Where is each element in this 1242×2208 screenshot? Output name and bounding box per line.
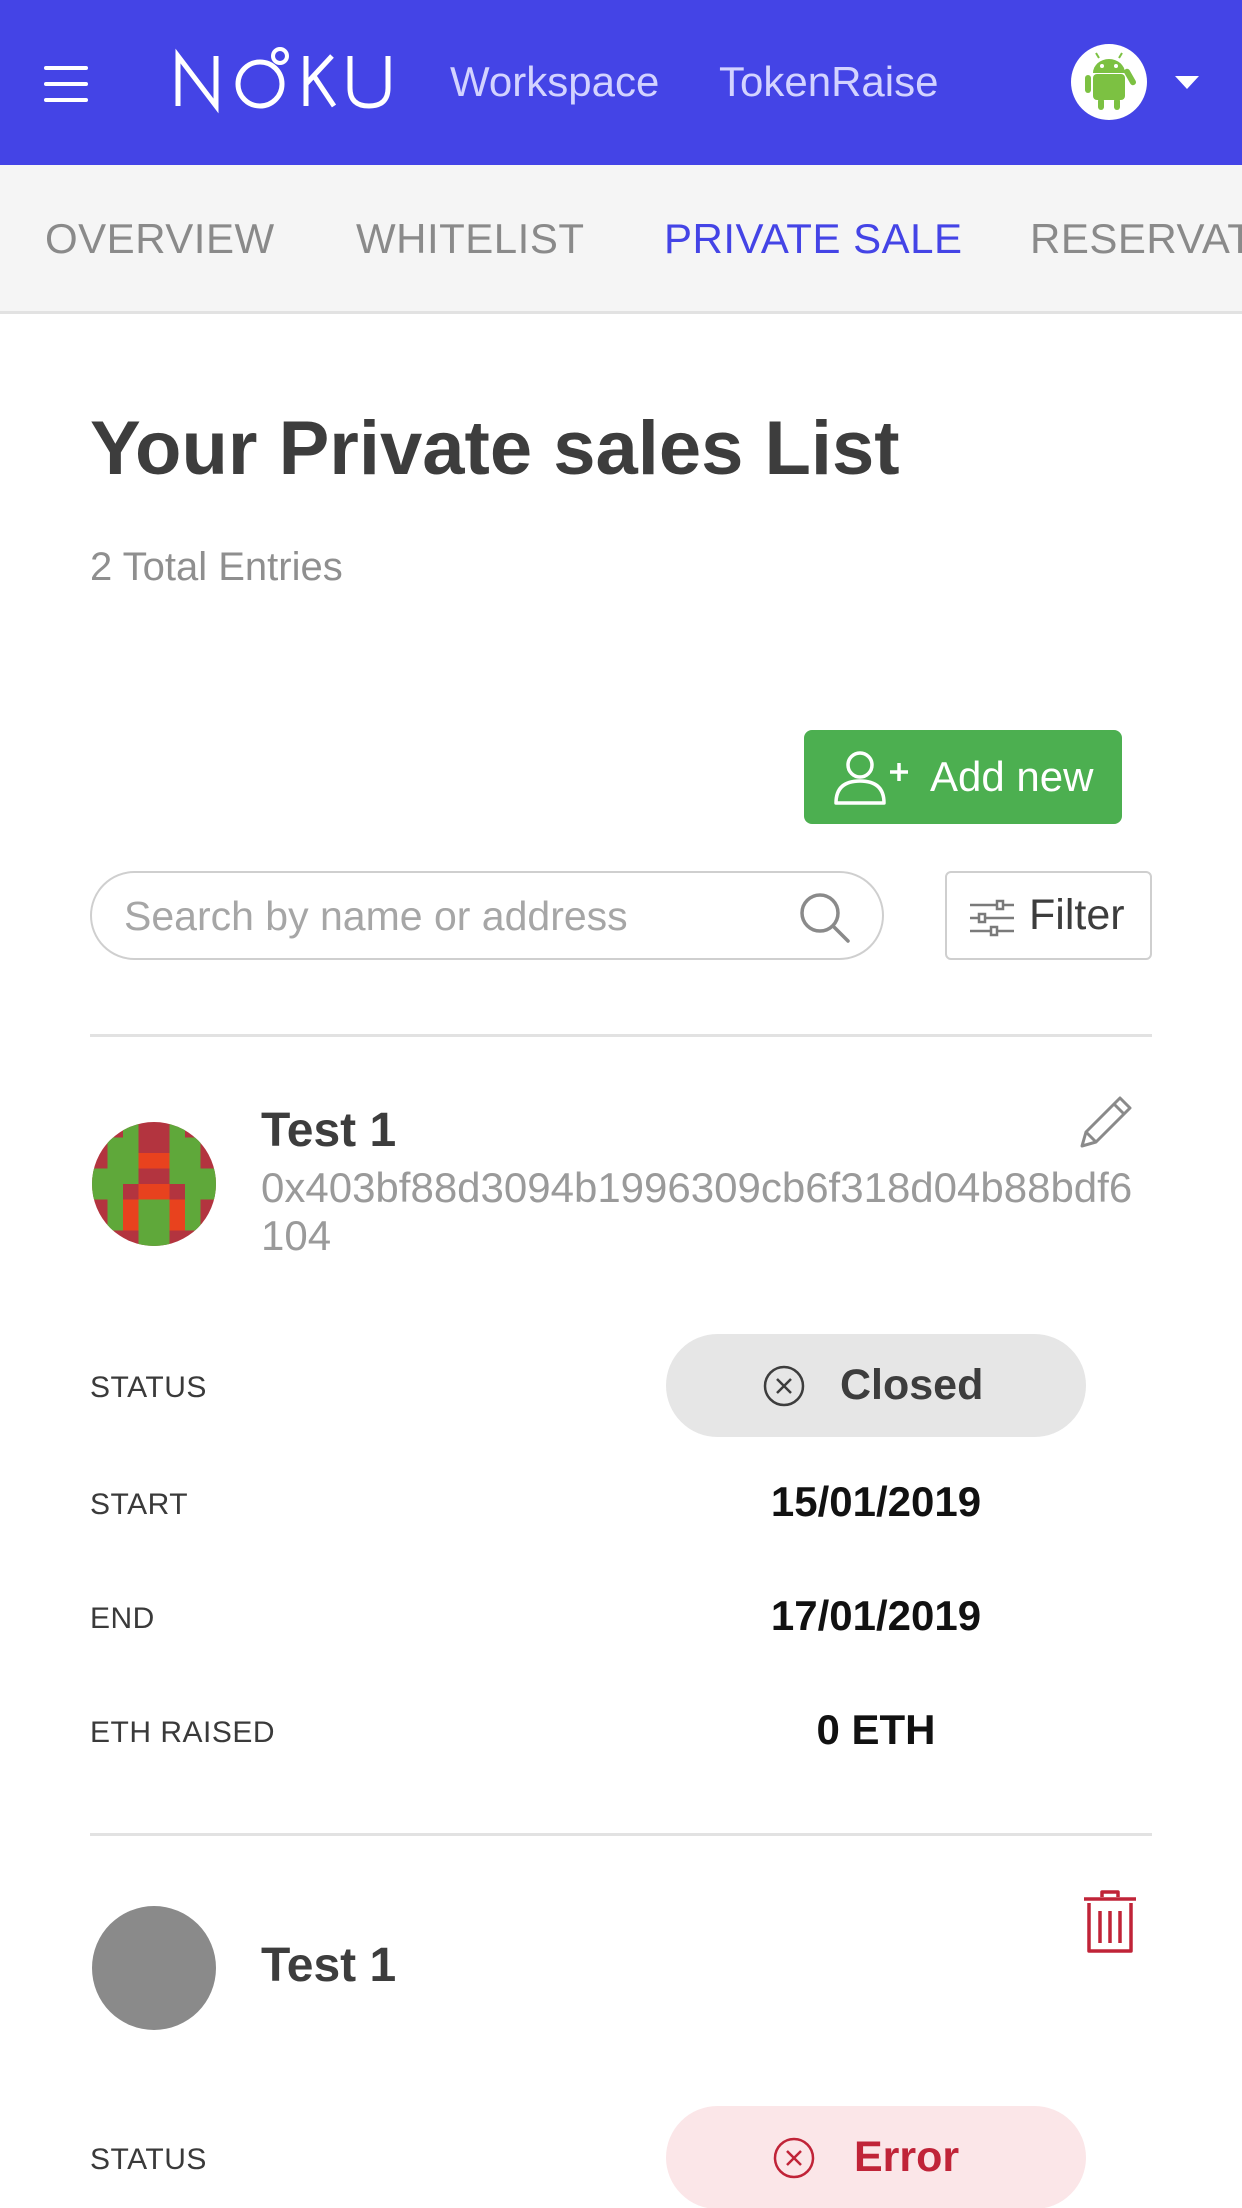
- tab-private-sale[interactable]: PRIVATE SALE: [664, 215, 963, 263]
- status-value: Closed: [840, 1361, 984, 1409]
- card-address: 0x403bf88d3094b1996309cb6f318d04b88bdf61…: [261, 1164, 1133, 1259]
- chevron-down-icon[interactable]: [1175, 76, 1199, 89]
- top-app-bar: Workspace TokenRaise: [0, 0, 1242, 165]
- divider: [90, 1034, 1152, 1037]
- sliders-icon: [970, 899, 1014, 937]
- card-name: Test 1: [261, 1104, 397, 1157]
- pencil-icon[interactable]: [1074, 1090, 1138, 1154]
- filter-label: Filter: [1029, 891, 1125, 939]
- filter-button[interactable]: Filter: [945, 871, 1152, 960]
- add-new-label: Add new: [930, 753, 1094, 800]
- search-icon[interactable]: [798, 891, 852, 945]
- noku-logo[interactable]: [174, 44, 394, 114]
- page-title: Your Private sales List: [90, 406, 900, 491]
- status-label: STATUS: [90, 2143, 207, 2176]
- identicon-avatar: [92, 1122, 216, 1246]
- avatar: [92, 1906, 216, 2030]
- search-field: [90, 871, 884, 960]
- divider: [90, 1833, 1152, 1836]
- tab-reservations[interactable]: RESERVATI: [1030, 215, 1242, 263]
- status-badge: Closed: [666, 1334, 1086, 1437]
- start-date: 15/01/2019: [770, 1478, 982, 1525]
- menu-icon[interactable]: [44, 66, 88, 102]
- end-date: 17/01/2019: [770, 1592, 982, 1639]
- tab-whitelist[interactable]: WHITELIST: [356, 215, 585, 263]
- card-name: Test 1: [261, 1939, 397, 1992]
- status-label: STATUS: [90, 1371, 207, 1404]
- close-circle-icon: [773, 2137, 815, 2179]
- add-user-icon: [834, 751, 908, 805]
- search-input[interactable]: [124, 887, 764, 945]
- start-label: START: [90, 1488, 189, 1521]
- nav-workspace[interactable]: Workspace: [450, 58, 659, 106]
- tab-bar: OVERVIEW WHITELIST PRIVATE SALE RESERVAT…: [0, 165, 1242, 314]
- tab-overview[interactable]: OVERVIEW: [45, 215, 275, 263]
- eth-raised-value: 0 ETH: [816, 1706, 936, 1753]
- user-avatar[interactable]: [1071, 44, 1147, 120]
- status-badge: Error: [666, 2106, 1086, 2208]
- nav-tokenraise[interactable]: TokenRaise: [719, 58, 938, 106]
- android-icon: [1085, 52, 1136, 110]
- add-new-button[interactable]: Add new: [804, 730, 1122, 824]
- eth-raised-label: ETH RAISED: [90, 1716, 276, 1749]
- status-value: Error: [854, 2133, 960, 2181]
- end-label: END: [90, 1602, 155, 1635]
- close-circle-icon: [763, 1365, 805, 1407]
- total-entries: 2 Total Entries: [90, 545, 343, 589]
- trash-icon[interactable]: [1082, 1889, 1138, 1955]
